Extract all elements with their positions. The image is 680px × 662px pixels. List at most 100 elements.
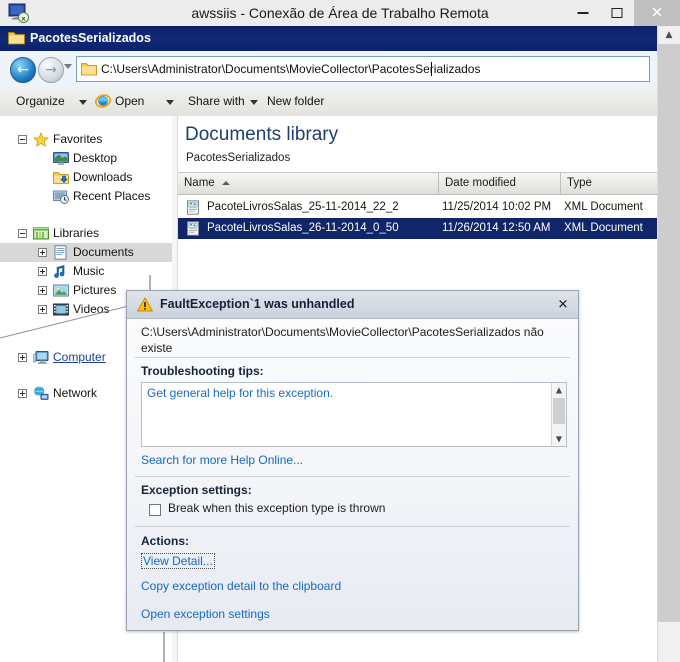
- collapse-icon-libraries[interactable]: [18, 229, 27, 238]
- address-path-text: C:\Users\Administrator\Documents\MovieCo…: [101, 62, 481, 76]
- maximize-button[interactable]: [600, 0, 634, 26]
- organize-chevron-down-icon[interactable]: [79, 100, 87, 105]
- desktop-icon: [53, 152, 69, 165]
- session-vertical-scrollbar[interactable]: ▲: [657, 26, 680, 662]
- nav-label-network: Network: [53, 386, 98, 400]
- scrollbar-thumb[interactable]: [658, 44, 680, 622]
- exception-settings-label: Exception settings:: [141, 483, 252, 497]
- sort-ascending-icon: [222, 181, 230, 185]
- recent-places-icon: [53, 190, 69, 204]
- file-date-modified: 11/26/2014 12:50 AM: [442, 222, 551, 234]
- minimize-button[interactable]: [566, 0, 600, 26]
- remote-desktop-window: x awssiis - Conexão de Área de Trabalho …: [0, 0, 680, 662]
- share-with-button[interactable]: Share with: [188, 87, 245, 116]
- new-folder-button[interactable]: New folder: [267, 87, 324, 116]
- expand-icon-videos[interactable]: [38, 305, 47, 314]
- nav-item-music[interactable]: Music: [0, 262, 172, 281]
- text-caret: [431, 62, 432, 76]
- divider: [135, 476, 570, 477]
- exception-message: C:\Users\Administrator\Documents\MovieCo…: [141, 325, 544, 355]
- expand-icon-music[interactable]: [38, 267, 47, 276]
- forward-button[interactable]: →: [38, 57, 64, 83]
- expand-icon-pictures[interactable]: [38, 286, 47, 295]
- warning-triangle-icon: [137, 297, 153, 312]
- internet-explorer-icon: [95, 94, 111, 108]
- search-help-online-link[interactable]: Search for more Help Online...: [141, 453, 303, 467]
- file-type: XML Document: [564, 201, 643, 213]
- screen-artifact-line-vertical: [149, 275, 151, 291]
- open-chevron-down-icon[interactable]: [166, 100, 174, 105]
- nav-label-pictures: Pictures: [73, 283, 117, 297]
- view-detail-link[interactable]: View Detail...: [141, 553, 215, 569]
- nav-label-computer[interactable]: Computer: [53, 348, 106, 367]
- organize-button[interactable]: Organize: [16, 87, 65, 116]
- address-folder-icon: [81, 63, 97, 76]
- divider: [135, 526, 570, 527]
- nav-label-desktop: Desktop: [73, 151, 118, 165]
- copy-exception-detail-link[interactable]: Copy exception detail to the clipboard: [141, 579, 341, 593]
- videos-library-icon: [53, 303, 69, 316]
- libraries-icon: [33, 227, 49, 240]
- close-icon: ✕: [650, 3, 664, 22]
- back-button[interactable]: ←: [10, 57, 36, 83]
- chevron-up-icon: ▲: [555, 385, 563, 395]
- table-row[interactable]: PacoteLivrosSalas_26-11-2014_0_50 11/26/…: [178, 218, 658, 239]
- open-exception-settings-link[interactable]: Open exception settings: [141, 607, 270, 621]
- nav-item-documents[interactable]: Documents: [0, 243, 172, 262]
- expand-icon-computer[interactable]: [18, 353, 27, 362]
- scroll-up-button[interactable]: ▲: [552, 383, 566, 397]
- nav-label-recent-places: Recent Places: [73, 189, 151, 203]
- exception-dialog-close-button[interactable]: ✕: [554, 296, 572, 314]
- divider: [135, 357, 570, 358]
- network-icon: [33, 386, 49, 400]
- library-subtitle: PacotesSerializados: [186, 152, 291, 164]
- file-name: PacoteLivrosSalas_25-11-2014_22_2: [207, 201, 399, 213]
- expand-icon-documents[interactable]: [38, 248, 47, 257]
- nav-header-favorites[interactable]: Favorites: [0, 130, 172, 149]
- column-header-name[interactable]: Name: [178, 173, 438, 194]
- actions-label: Actions:: [141, 534, 189, 548]
- file-name: PacoteLivrosSalas_26-11-2014_0_50: [207, 222, 399, 234]
- chevron-down-icon: ▼: [555, 434, 563, 444]
- share-with-chevron-down-icon[interactable]: [250, 100, 258, 105]
- explorer-titlebar: PacotesSerializados: [0, 26, 658, 51]
- file-date-modified: 11/25/2014 10:02 PM: [442, 201, 552, 213]
- screen-artifact-line-vertical-bottom: [163, 632, 165, 662]
- scroll-down-button[interactable]: ▼: [552, 432, 566, 446]
- column-header-date-modified[interactable]: Date modified: [438, 173, 560, 194]
- collapse-icon-favorites[interactable]: [18, 135, 27, 144]
- nav-item-desktop[interactable]: Desktop: [0, 149, 172, 168]
- scrollbar-thumb[interactable]: [553, 398, 565, 424]
- nav-label-favorites: Favorites: [53, 132, 103, 146]
- nav-label-documents: Documents: [73, 245, 134, 259]
- column-header-name-label: Name: [184, 177, 215, 189]
- documents-library-icon: [54, 245, 67, 260]
- file-type: XML Document: [564, 222, 643, 234]
- explorer-command-toolbar: Organize Open Share with New folder: [0, 87, 658, 117]
- nav-item-downloads[interactable]: Downloads: [0, 168, 172, 187]
- scroll-up-button[interactable]: ▲: [658, 26, 680, 44]
- general-help-link[interactable]: Get general help for this exception.: [147, 386, 333, 400]
- table-row[interactable]: PacoteLivrosSalas_25-11-2014_22_2 11/25/…: [178, 197, 658, 218]
- chevron-up-icon: ▲: [665, 30, 673, 40]
- pictures-library-icon: [53, 284, 69, 297]
- close-button[interactable]: ✕: [634, 0, 680, 26]
- nav-item-recent-places[interactable]: Recent Places: [0, 187, 172, 206]
- library-title: Documents library: [185, 124, 339, 145]
- troubleshooting-tips-box: Get general help for this exception. ▲ ▼: [141, 382, 567, 447]
- exception-dialog-titlebar: FaultException`1 was unhandled ✕: [127, 291, 578, 319]
- expand-icon-network[interactable]: [18, 389, 27, 398]
- folder-icon: [8, 32, 25, 45]
- xml-document-icon: [187, 221, 199, 236]
- break-on-throw-checkbox[interactable]: [149, 504, 161, 516]
- address-input[interactable]: C:\Users\Administrator\Documents\MovieCo…: [76, 56, 650, 82]
- downloads-folder-icon: [53, 172, 69, 184]
- troubleshooting-label: Troubleshooting tips:: [141, 364, 264, 378]
- nav-header-libraries[interactable]: Libraries: [0, 224, 172, 243]
- recent-pages-chevron-down-icon[interactable]: [64, 64, 72, 69]
- nav-label-videos: Videos: [73, 302, 110, 316]
- break-on-throw-label[interactable]: Break when this exception type is thrown: [168, 501, 385, 515]
- music-library-icon: [54, 265, 65, 278]
- open-button[interactable]: Open: [115, 87, 144, 116]
- troubleshooting-scrollbar[interactable]: ▲ ▼: [551, 383, 566, 446]
